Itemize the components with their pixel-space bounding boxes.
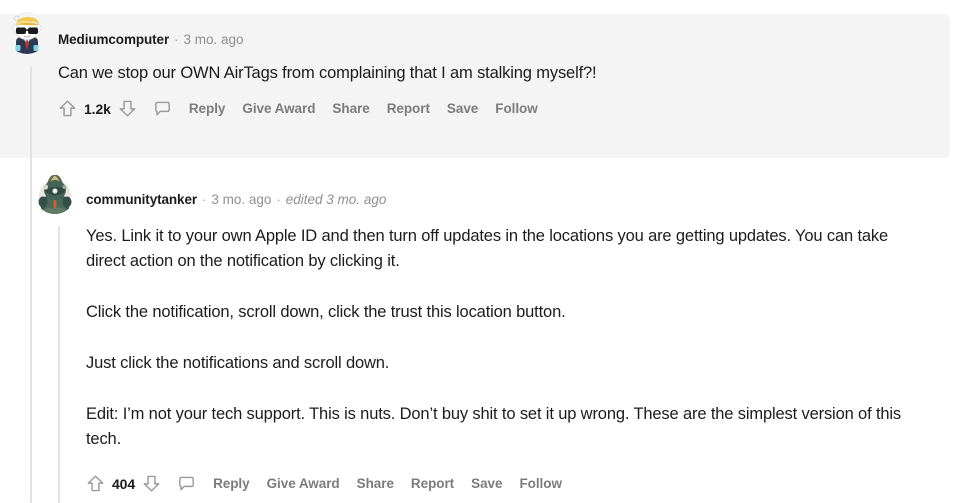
downvote-button[interactable] (118, 99, 137, 118)
comment-paragraph: Edit: I’m not your tech support. This is… (86, 405, 902, 448)
comment-mediumcomputer: Mediumcomputer · 3 mo. ago Can we stop o… (0, 12, 950, 118)
share-button[interactable]: Share (357, 476, 394, 491)
comment-action-bar: 404 Reply Give Award Share Report Save F… (86, 474, 950, 493)
comment-body: communitytanker · 3 mo. ago · edited 3 m… (86, 172, 950, 493)
separator-dot: · (202, 191, 207, 207)
follow-button[interactable]: Follow (519, 476, 562, 491)
follow-button[interactable]: Follow (495, 101, 538, 116)
upvote-button[interactable] (86, 474, 105, 493)
give-award-button[interactable]: Give Award (267, 476, 340, 491)
comment-paragraph: Yes. Link it to your own Apple ID and th… (86, 227, 889, 270)
comment-text: Yes. Link it to your own Apple ID and th… (86, 224, 931, 452)
vote-count: 404 (112, 475, 136, 492)
comment-timestamp: 3 mo. ago (183, 31, 244, 47)
comment-header: communitytanker · 3 mo. ago · edited 3 m… (86, 172, 950, 210)
comment-body: Mediumcomputer · 3 mo. ago Can we stop o… (58, 12, 950, 118)
upvote-button[interactable] (58, 99, 77, 118)
comment-author[interactable]: communitytanker (86, 192, 197, 207)
separator-dot: · (174, 31, 179, 47)
comment-paragraph: Can we stop our OWN AirTags from complai… (58, 64, 597, 82)
separator-dot: · (276, 191, 281, 207)
report-button[interactable]: Report (387, 101, 430, 116)
comment-edited-timestamp: edited 3 mo. ago (285, 191, 387, 207)
report-button[interactable]: Report (411, 476, 454, 491)
avatar-snoo-sunglasses[interactable] (6, 12, 48, 54)
comment-paragraph: Just click the notifications and scroll … (86, 354, 390, 372)
comment-paragraph: Click the notification, scroll down, cli… (86, 303, 566, 321)
comment-timestamp: 3 mo. ago (211, 191, 272, 207)
vote-count: 1.2k (84, 100, 111, 117)
comment-bubble-icon[interactable] (161, 474, 196, 493)
comment-communitytanker: communitytanker · 3 mo. ago · edited 3 m… (28, 172, 950, 493)
save-button[interactable]: Save (447, 101, 478, 116)
avatar-military-character[interactable] (34, 172, 76, 214)
comment-author[interactable]: Mediumcomputer (58, 32, 169, 47)
comment-bubble-icon[interactable] (137, 99, 172, 118)
give-award-button[interactable]: Give Award (242, 101, 315, 116)
reply-button[interactable]: Reply (213, 476, 250, 491)
save-button[interactable]: Save (471, 476, 502, 491)
downvote-button[interactable] (142, 474, 161, 493)
share-button[interactable]: Share (332, 101, 369, 116)
comment-action-bar: 1.2k Reply Give Award Share Report Save … (58, 99, 950, 118)
reply-button[interactable]: Reply (189, 101, 226, 116)
comment-header: Mediumcomputer · 3 mo. ago (58, 12, 950, 50)
comment-text: Can we stop our OWN AirTags from complai… (58, 61, 903, 86)
